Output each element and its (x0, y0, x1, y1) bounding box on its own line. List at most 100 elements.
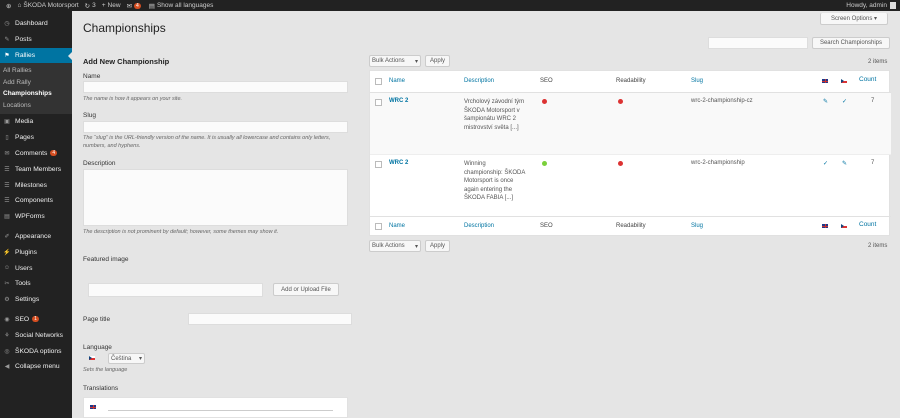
items-count-top: 2 items (868, 59, 888, 65)
sidebar-collapse-menu[interactable]: ◀ Collapse menu (0, 359, 72, 375)
translation-exists-icon[interactable]: ✓ (823, 160, 828, 167)
slug-label: Slug (83, 112, 97, 119)
featured-image-input[interactable] (88, 283, 263, 297)
language-select[interactable]: Čeština ▾ (108, 353, 145, 364)
items-count-bottom: 2 items (868, 243, 888, 249)
footer-column-count[interactable]: Count (859, 221, 876, 228)
translation-exists-icon[interactable]: ✓ (842, 98, 847, 105)
search-input[interactable] (708, 37, 808, 49)
row-name-link[interactable]: WRC 2 (389, 160, 408, 166)
translation-input[interactable] (108, 410, 333, 411)
comments-link[interactable]: ✉ 4 (127, 2, 143, 10)
language-switcher[interactable]: ▤ Show all languages (149, 2, 214, 10)
sidebar-item-appearance[interactable]: ✐ Appearance (0, 229, 72, 245)
sidebar-item-plugins[interactable]: ⚡ Plugins (0, 244, 72, 260)
page-title-label: Page title (83, 316, 111, 323)
row-slug: wrc-2-championship-cz (691, 98, 753, 104)
translation-icon: ▤ (148, 2, 155, 10)
page-title: Championships (83, 21, 166, 35)
sidebar-item-team-members[interactable]: ☰ Team Members (0, 161, 72, 177)
page-title-input[interactable] (188, 313, 352, 325)
settings-icon: ⚙ (4, 297, 10, 304)
sidebar-item-posts[interactable]: ✎ Posts (0, 32, 72, 48)
footer-column-slug[interactable]: Slug (691, 223, 703, 229)
readability-score-dot (618, 99, 623, 104)
share-icon: ⚘ (4, 332, 10, 339)
column-slug[interactable]: Slug (691, 78, 703, 84)
admin-bar: ⊕ ⌂ ŠKODA Motorsport ↻ 3 + New ✉ 4 ▤ Show all… (0, 0, 900, 11)
column-seo[interactable]: SEO (540, 78, 553, 84)
submenu-add-rally[interactable]: Add Rally (0, 77, 72, 88)
site-name-link[interactable]: ⌂ ŠKODA Motorsport (17, 2, 78, 9)
select-all-checkbox-footer[interactable] (375, 223, 382, 230)
sidebar-item-pages[interactable]: ▯ Pages (0, 130, 72, 146)
row-checkbox[interactable] (375, 161, 382, 168)
uk-flag-icon (90, 405, 96, 409)
updates-link[interactable]: ↻ 3 (85, 2, 96, 10)
search-championships-button[interactable]: Search Championships (812, 37, 890, 49)
footer-column-description[interactable]: Description (464, 223, 494, 229)
wordpress-icon[interactable]: ⊕ (6, 2, 11, 10)
name-label: Name (83, 73, 101, 80)
featured-image-label: Featured image (83, 256, 129, 263)
sidebar-item-dashboard[interactable]: ◷ Dashboard (0, 16, 72, 32)
submenu-championships[interactable]: Championships (0, 88, 72, 99)
row-checkbox[interactable] (375, 99, 382, 106)
column-name[interactable]: Name (389, 78, 405, 84)
comment-icon: ✉ (126, 2, 133, 10)
chevron-down-icon: ▾ (414, 243, 418, 250)
table-row: WRC 2 Winning championship: ŠKODA Motors… (370, 155, 891, 217)
apply-button-top[interactable]: Apply (425, 55, 450, 67)
sidebar-item-rallies[interactable]: ⚑ Rallies (0, 47, 72, 64)
uk-flag-icon (822, 79, 828, 83)
wrench-icon: ✂ (4, 281, 10, 288)
comment-icon: ✉ (4, 150, 10, 157)
options-icon: ◎ (4, 348, 10, 355)
dashboard-icon: ◷ (4, 21, 10, 28)
edit-translation-icon[interactable]: ✎ (842, 160, 847, 167)
submenu-all-rallies[interactable]: All Rallies (0, 65, 72, 76)
sidebar-item-social-networks[interactable]: ⚘ Social Networks (0, 327, 72, 343)
sidebar-item-media[interactable]: ▣ Media (0, 114, 72, 130)
media-icon: ▣ (4, 119, 10, 126)
bulk-actions-select-top[interactable]: Bulk Actions ▾ (369, 55, 421, 67)
column-description[interactable]: Description (464, 78, 494, 84)
footer-column-seo[interactable]: SEO (540, 223, 553, 229)
sidebar-item-users[interactable]: ☺ Users (0, 260, 72, 276)
apply-button-bottom[interactable]: Apply (425, 240, 450, 252)
sidebar-item-wpforms[interactable]: ▤ WPForms (0, 209, 72, 225)
components-icon: ☰ (4, 198, 10, 205)
column-readability[interactable]: Readability (616, 78, 646, 84)
comments-count-badge: 4 (134, 2, 141, 9)
new-content-link[interactable]: + New (102, 2, 121, 9)
admin-sidebar: ◷ Dashboard ✎ Posts ⚑ Rallies All Rallies A… (0, 11, 72, 418)
sidebar-item-milestones[interactable]: ☰ Milestones (0, 177, 72, 193)
table-footer: Name Description SEO Readability Slug Co… (370, 217, 891, 237)
add-image-button[interactable]: Add or Upload File (273, 283, 339, 296)
sidebar-item-seo[interactable]: ◉ SEO 1 (0, 312, 72, 328)
slug-input[interactable] (83, 121, 348, 133)
bulk-actions-select-bottom[interactable]: Bulk Actions ▾ (369, 240, 421, 252)
sidebar-item-tools[interactable]: ✂ Tools (0, 276, 72, 292)
account-menu[interactable]: Howdy, admin (846, 2, 896, 9)
sidebar-item-settings[interactable]: ⚙ Settings (0, 292, 72, 308)
edit-translation-icon[interactable]: ✎ (823, 98, 828, 105)
column-count[interactable]: Count (859, 76, 876, 83)
select-all-checkbox[interactable] (375, 78, 382, 85)
footer-column-readability[interactable]: Readability (616, 223, 646, 229)
translations-box (83, 397, 348, 418)
language-label: Language (83, 344, 112, 351)
row-name-link[interactable]: WRC 2 (389, 98, 408, 104)
row-description: Winning championship: ŠKODA Motorsport i… (464, 161, 526, 201)
sidebar-item-components[interactable]: ☰ Components (0, 193, 72, 209)
description-textarea[interactable] (83, 169, 348, 226)
description-help: The description is not prominent by defa… (83, 229, 279, 235)
name-input[interactable] (83, 81, 348, 93)
footer-column-name[interactable]: Name (389, 223, 405, 229)
screen-options-button[interactable]: Screen Options ▾ (820, 13, 888, 25)
sidebar-item-comments[interactable]: ✉ Comments 4 (0, 146, 72, 162)
home-icon: ⌂ (17, 2, 22, 9)
user-icon: ☺ (3, 265, 11, 272)
sidebar-item-skoda-options[interactable]: ◎ ŠKODA options (0, 343, 72, 359)
submenu-locations[interactable]: Locations (0, 100, 72, 111)
